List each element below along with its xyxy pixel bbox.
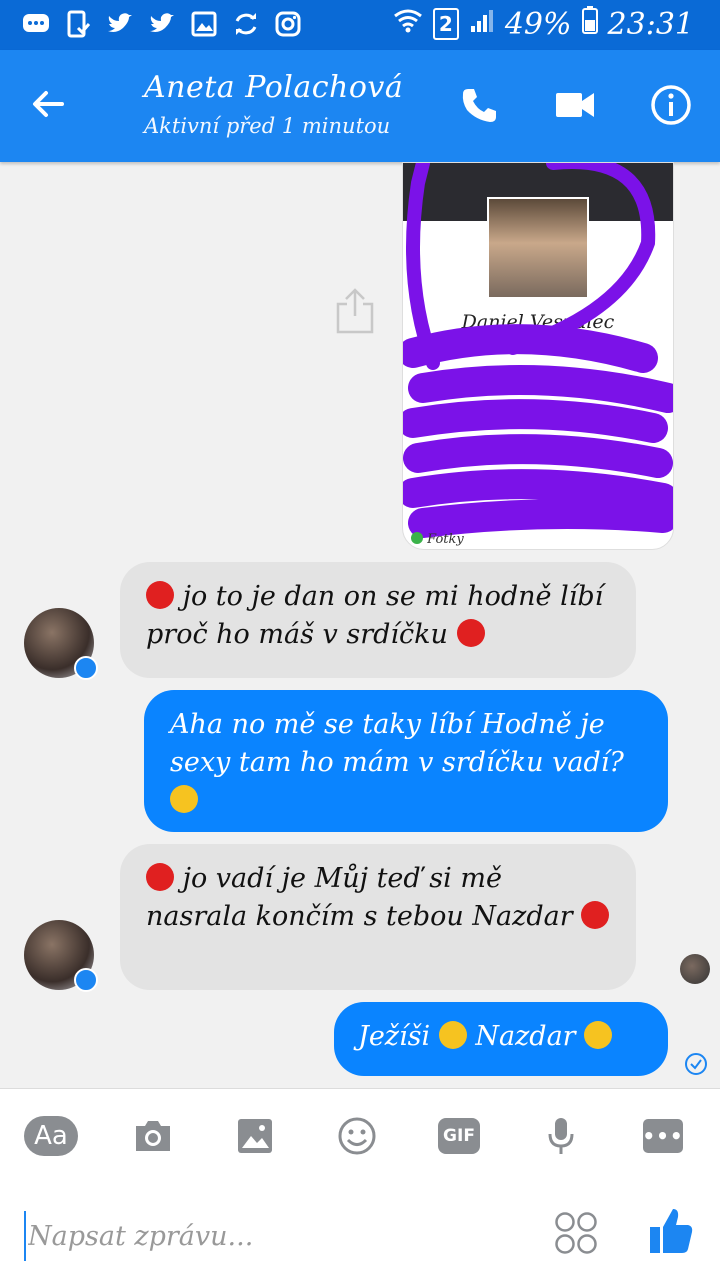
message-input[interactable] <box>24 1211 450 1261</box>
image-footer: Fotky <box>411 532 464 547</box>
sync-icon <box>232 10 260 38</box>
photos-app-icon <box>411 532 423 544</box>
text-format-button[interactable]: Aa <box>24 1115 78 1157</box>
sim-indicator: 2 <box>432 8 459 40</box>
scribble-overlay <box>403 163 673 538</box>
messenger-notification-icon <box>22 10 50 38</box>
sticker-icon[interactable] <box>554 1211 598 1255</box>
outgoing-message[interactable]: Aha no mě se taky líbí Hodně je sexy tam… <box>144 690 668 832</box>
emoji-icon[interactable] <box>330 1115 384 1157</box>
shared-image[interactable]: Daniel Vespalec Fotky <box>402 162 674 550</box>
image-footer-label: Fotky <box>427 532 464 547</box>
messenger-badge-icon <box>74 656 98 680</box>
angry-emoji-icon <box>581 901 610 929</box>
contact-status: Aktivní před 1 minutou <box>144 114 391 138</box>
incoming-message[interactable]: jo vadí je Můj teď si mě nasrala končím … <box>120 844 636 990</box>
expressionless-emoji-icon <box>170 785 198 813</box>
thumbs-up-icon[interactable] <box>648 1205 694 1255</box>
more-label: ••• <box>642 1119 683 1153</box>
battery-percent: 49% <box>504 6 572 42</box>
message-text-part: Nazdar <box>475 1021 576 1052</box>
phone-check-icon <box>64 10 92 38</box>
twitter-icon <box>106 10 134 38</box>
back-arrow-icon[interactable] <box>28 84 68 124</box>
contact-name[interactable]: Aneta Polachová <box>144 70 403 105</box>
conversation-header: Aneta Polachová Aktivní před 1 minutou <box>0 50 720 162</box>
gif-button[interactable]: GIF <box>432 1115 486 1157</box>
status-right: 2 49% 23:31 <box>393 6 694 42</box>
messenger-badge-icon <box>74 968 98 992</box>
outgoing-message[interactable]: Ježíši Nazdar <box>334 1002 668 1076</box>
expressionless-emoji-icon <box>438 1021 467 1049</box>
wifi-icon <box>393 7 423 42</box>
aa-label: Aa <box>24 1116 78 1156</box>
clock: 23:31 <box>607 6 694 42</box>
image-icon <box>190 10 218 38</box>
delivered-check-icon <box>684 1052 708 1076</box>
info-icon[interactable] <box>648 82 694 128</box>
angry-emoji-icon <box>456 619 485 647</box>
message-text-part: Ježíši <box>358 1021 431 1052</box>
notification-icons <box>22 10 302 38</box>
seen-avatar <box>680 954 710 984</box>
message-text: Aha no mě se taky líbí Hodně je sexy tam… <box>170 709 624 778</box>
more-button[interactable]: ••• <box>636 1115 690 1157</box>
message-text: jo to je dan on se mi hodně líbí proč ho… <box>146 581 604 650</box>
video-call-icon[interactable] <box>552 82 598 128</box>
gif-label: GIF <box>438 1118 480 1154</box>
twitter-icon <box>148 10 176 38</box>
angry-emoji-icon <box>146 581 174 609</box>
angry-emoji-icon <box>146 863 174 891</box>
signal-icon <box>469 7 495 42</box>
phone-icon[interactable] <box>456 82 502 128</box>
microphone-icon[interactable] <box>534 1115 588 1157</box>
share-icon[interactable] <box>334 286 376 336</box>
gallery-icon[interactable] <box>228 1115 282 1157</box>
message-list[interactable]: Daniel Vespalec Fotky jo to je dan on se… <box>0 162 720 1088</box>
camera-icon[interactable] <box>126 1115 180 1157</box>
battery-icon <box>581 6 598 42</box>
sleepy-emoji-icon <box>584 1021 613 1049</box>
instagram-icon <box>274 10 302 38</box>
composer: Aa GIF ••• <box>0 1088 720 1281</box>
message-text: jo vadí je Můj teď si mě nasrala končím … <box>146 863 573 932</box>
incoming-message[interactable]: jo to je dan on se mi hodně líbí proč ho… <box>120 562 636 678</box>
status-bar: 2 49% 23:31 <box>0 0 720 50</box>
